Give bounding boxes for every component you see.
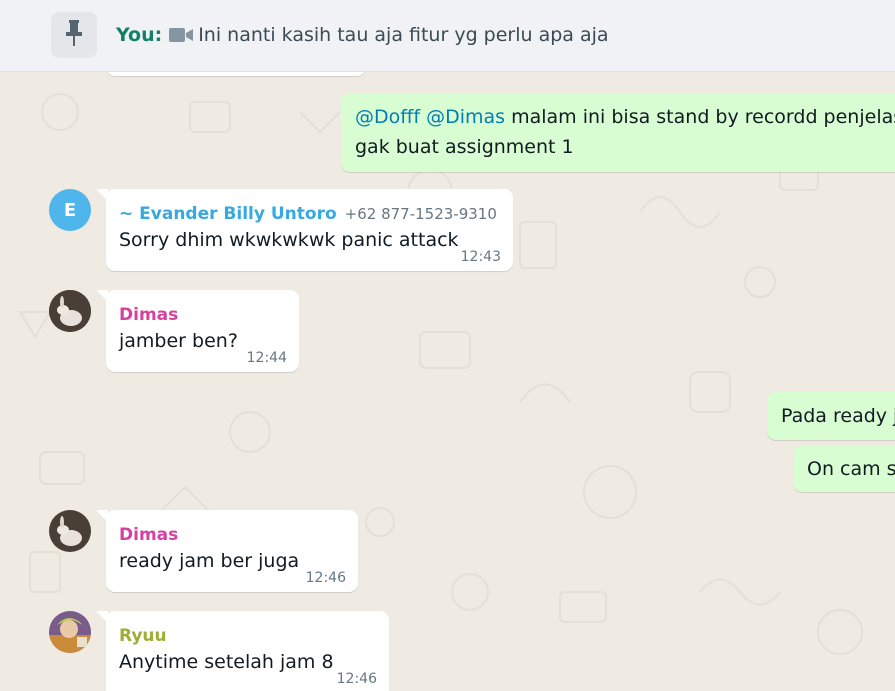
rabbit-avatar-icon bbox=[49, 510, 91, 552]
sender-name[interactable]: ~ Evander Billy Untoro +62 877-1523-9310 bbox=[119, 203, 500, 225]
avatar[interactable] bbox=[49, 611, 91, 653]
chat-area[interactable]: @Dofff @Dimas malam ini bisa stand by re… bbox=[0, 72, 895, 691]
message-text-line2: gak buat assignment 1 bbox=[355, 136, 574, 158]
avatar[interactable] bbox=[49, 510, 91, 552]
message-text: On cam s bbox=[807, 458, 895, 480]
outgoing-message-bubble[interactable]: @Dofff @Dimas malam ini bisa stand by re… bbox=[341, 94, 895, 172]
message-time: 12:46 bbox=[336, 671, 377, 687]
mention-dofff[interactable]: @Dofff bbox=[355, 106, 420, 128]
avatar[interactable] bbox=[49, 290, 91, 332]
incoming-message-bubble[interactable]: Dimas jamber ben? 12:44 bbox=[106, 290, 299, 372]
video-camera-icon bbox=[169, 27, 194, 43]
pinned-text: Ini nanti kasih tau aja fitur yg perlu a… bbox=[198, 24, 609, 46]
character-avatar-icon bbox=[49, 611, 91, 653]
avatar-letter: E bbox=[63, 199, 77, 221]
sender-name[interactable]: Ryuu bbox=[119, 625, 376, 647]
incoming-message-bubble[interactable]: Dimas ready jam ber juga 12:46 bbox=[106, 510, 358, 592]
sender-name[interactable]: Dimas bbox=[119, 524, 345, 546]
outgoing-message-bubble[interactable]: Pada ready j bbox=[767, 392, 895, 440]
message-text: Pada ready j bbox=[781, 405, 895, 427]
message-text: Sorry dhim wkwkwkwk panic attack bbox=[119, 229, 459, 251]
avatar[interactable]: E bbox=[49, 189, 91, 231]
pinned-sender: You: bbox=[116, 24, 163, 46]
incoming-message-bubble[interactable]: ~ Evander Billy Untoro +62 877-1523-9310 … bbox=[106, 189, 513, 271]
rabbit-avatar-icon bbox=[49, 290, 91, 332]
message-time: 12:44 bbox=[246, 350, 287, 366]
message-text: @Dofff @Dimas malam ini bisa stand by re… bbox=[355, 102, 895, 132]
mention-dimas[interactable]: @Dimas bbox=[426, 106, 505, 128]
previous-message-bubble[interactable] bbox=[106, 72, 366, 76]
pinned-message-preview[interactable]: You: Ini nanti kasih tau aja fitur yg pe… bbox=[116, 24, 609, 46]
sender-phone: +62 877-1523-9310 bbox=[344, 205, 497, 223]
message-time: 12:43 bbox=[460, 249, 501, 265]
pin-icon bbox=[63, 19, 85, 51]
pin-button[interactable] bbox=[51, 12, 97, 58]
incoming-message-bubble[interactable]: Ryuu Anytime setelah jam 8 12:46 bbox=[106, 611, 389, 691]
sender-name-text: ~ Evander Billy Untoro bbox=[119, 204, 337, 224]
message-time: 12:46 bbox=[305, 570, 346, 586]
sender-name[interactable]: Dimas bbox=[119, 304, 286, 326]
pinned-message-bar[interactable]: You: Ini nanti kasih tau aja fitur yg pe… bbox=[0, 0, 895, 72]
message-text-line1: malam ini bisa stand by recordd penjelas bbox=[505, 106, 895, 128]
outgoing-message-bubble[interactable]: On cam s bbox=[793, 446, 895, 492]
